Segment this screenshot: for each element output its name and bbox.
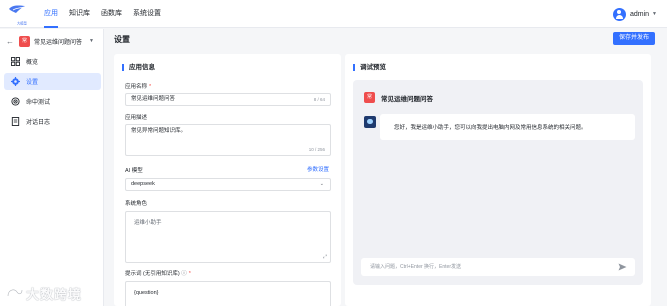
- main-content: 设置 保存并发布 应用信息 应用名称 * 常见运维问题问答 8 / 64 应用描述…: [105, 29, 667, 306]
- chat-app-badge: 常: [364, 92, 375, 103]
- info-icon: ⓘ: [181, 271, 187, 277]
- chat-header: 常 常见运维问题问答: [364, 92, 433, 103]
- app-info-panel: 应用信息 应用名称 * 常见运维问题问答 8 / 64 应用描述 常见异常问题知识…: [114, 54, 341, 306]
- debug-preview-panel: 调试预览 常 常见运维问题问答 您好，我是运维小助手，您可以向我提出电脑内网及常…: [345, 54, 651, 306]
- main-nav: 应用 知识库 函数库 系统设置: [44, 0, 172, 28]
- app-badge: 常: [19, 35, 30, 47]
- user-avatar-icon: [612, 7, 626, 21]
- sidebar-item-overview[interactable]: 概览: [4, 53, 101, 70]
- system-role-textarea[interactable]: 运维小助手 ⤢: [125, 211, 331, 263]
- bot-message: 您好，我是运维小助手，您可以向我提出电脑内网及常用信息系统的相关问题。: [380, 114, 635, 140]
- back-arrow-icon[interactable]: ←: [6, 37, 14, 46]
- top-navigation-bar: 大模型 应用 知识库 函数库 系统设置 admin ▼: [0, 0, 667, 28]
- app-name-label: 应用名称 *: [125, 84, 152, 90]
- model-params-link[interactable]: 参数设置: [307, 165, 329, 173]
- chevron-down-icon: ▼: [89, 38, 94, 44]
- prompt-label: 提示词 (无引用知识库) ⓘ *: [125, 271, 191, 277]
- sidebar-item-label: 概览: [26, 60, 39, 66]
- sidebar-item-label: 命中测试: [26, 100, 51, 106]
- prompt-textarea[interactable]: {question}: [125, 281, 331, 306]
- chat-input[interactable]: 请输入问题，Ctrl+Enter 换行，Enter发送: [361, 258, 635, 276]
- section-title-preview: 调试预览: [353, 64, 386, 71]
- save-and-publish-button[interactable]: 保存并发布: [613, 32, 655, 45]
- app-name-counter: 8 / 64: [313, 97, 325, 102]
- ai-model-select[interactable]: deepseek ⌄: [125, 178, 331, 191]
- app-name-value: 常见运维问题问答: [131, 96, 176, 102]
- sidebar-item-settings[interactable]: 设置: [4, 73, 101, 90]
- chat-area: 常 常见运维问题问答 您好，我是运维小助手，您可以向我提出电脑内网及常用信息系统…: [353, 80, 643, 285]
- ai-model-label: AI 模型: [125, 168, 143, 174]
- app-switcher-name: 常见运维问题问答: [34, 39, 83, 46]
- chevron-down-icon: ▼: [652, 11, 657, 17]
- watermark-text: 大数跨境: [26, 286, 83, 302]
- section-title-app-info: 应用信息: [122, 64, 155, 71]
- chat-app-name: 常见运维问题问答: [381, 95, 433, 103]
- sidebar: ← 常 常见运维问题问答 ▼ 概览 设置 命中测试 对话日志: [0, 29, 104, 306]
- nav-item-system-settings[interactable]: 系统设置: [133, 0, 161, 28]
- bot-avatar-icon: [364, 116, 376, 128]
- app-desc-value: 常见异常问题知识库。: [131, 128, 187, 134]
- watermark-logo-icon: [6, 288, 24, 297]
- sidebar-menu: 概览 设置 命中测试 对话日志: [4, 53, 101, 133]
- app-desc-counter: 10 / 256: [308, 147, 325, 152]
- app-logo[interactable]: 大模型: [8, 3, 27, 26]
- sidebar-item-label: 对话日志: [26, 120, 51, 126]
- watermark: 大数跨境: [6, 284, 82, 302]
- system-role-label: 系统角色: [125, 201, 148, 207]
- send-icon[interactable]: [618, 263, 627, 271]
- gear-icon: [11, 77, 20, 86]
- target-icon: [11, 97, 20, 106]
- expand-icon[interactable]: ⤢: [323, 254, 327, 260]
- nav-item-knowledge[interactable]: 知识库: [69, 0, 90, 28]
- chat-input-placeholder: 请输入问题，Ctrl+Enter 换行，Enter发送: [370, 264, 461, 270]
- nav-item-functions[interactable]: 函数库: [101, 0, 122, 28]
- logo-text: 大模型: [17, 21, 27, 26]
- page-title: 设置: [114, 35, 130, 44]
- app-name-input[interactable]: 常见运维问题问答 8 / 64: [125, 93, 331, 106]
- prompt-value: {question}: [134, 290, 159, 296]
- sidebar-item-label: 设置: [26, 80, 39, 86]
- nav-item-apps[interactable]: 应用: [44, 0, 58, 28]
- app-switcher[interactable]: ← 常 常见运维问题问答 ▼: [6, 32, 100, 50]
- bird-logo-icon: [9, 5, 25, 13]
- ai-model-value: deepseek: [131, 181, 155, 187]
- sidebar-item-hit-test[interactable]: 命中测试: [4, 93, 101, 110]
- grid-icon: [11, 57, 20, 66]
- sidebar-item-chat-logs[interactable]: 对话日志: [4, 113, 101, 130]
- app-desc-textarea[interactable]: 常见异常问题知识库。 10 / 256: [125, 124, 331, 156]
- system-role-value: 运维小助手: [134, 220, 162, 226]
- username: admin: [629, 10, 650, 18]
- document-icon: [11, 117, 20, 126]
- user-menu[interactable]: admin ▼: [612, 6, 657, 22]
- chevron-down-icon: ⌄: [319, 181, 324, 187]
- app-desc-label: 应用描述: [125, 115, 148, 121]
